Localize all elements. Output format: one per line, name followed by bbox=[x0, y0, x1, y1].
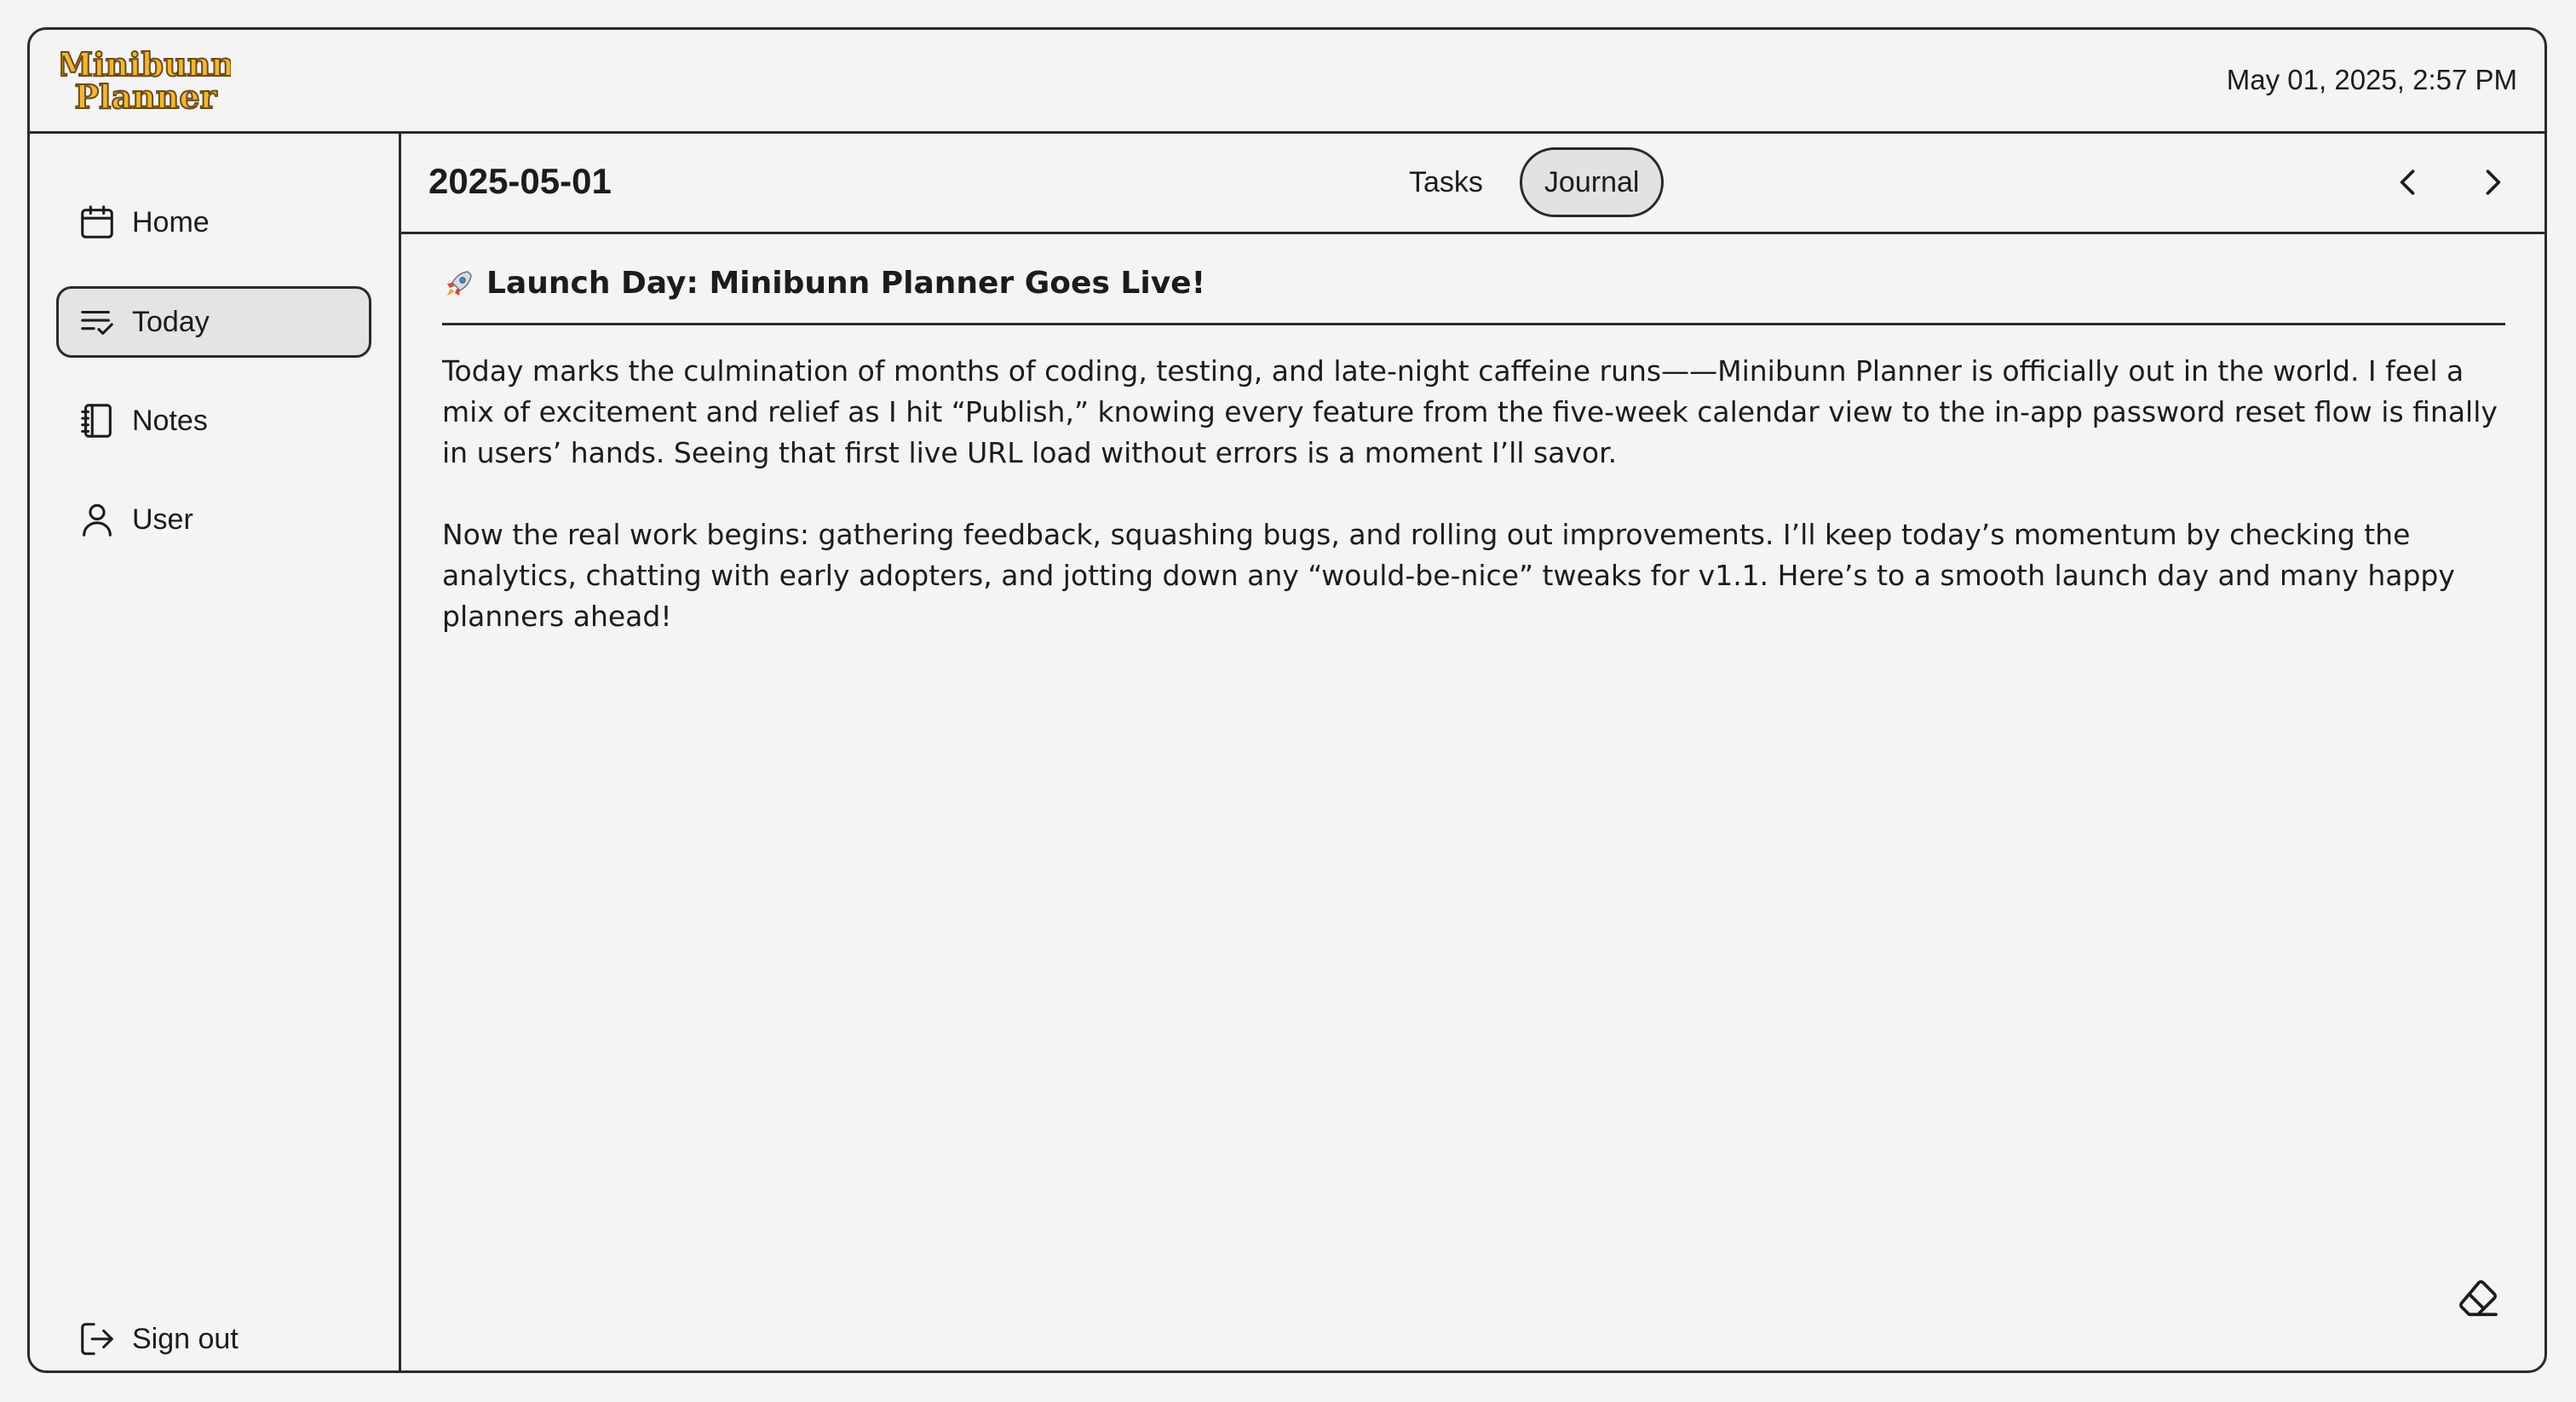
sidebar-item-label: User bbox=[132, 503, 193, 536]
svg-text:Planner: Planner bbox=[74, 78, 217, 115]
journal-editor[interactable]: Launch Day: Minibunn Planner Goes Live! … bbox=[442, 261, 2505, 637]
sidebar-item-today[interactable]: Today bbox=[56, 286, 371, 358]
tab-journal[interactable]: Journal bbox=[1519, 147, 1665, 217]
main-content: 2025-05-01 Tasks Journal Launch Day: Min… bbox=[401, 134, 2544, 1370]
logo-image: Minibunn Planner bbox=[56, 44, 235, 117]
journal-title-text: Launch Day: Minibunn Planner Goes Live! bbox=[486, 266, 1205, 301]
sidebar-item-user[interactable]: User bbox=[56, 484, 371, 555]
top-bar: Minibunn Planner May 01, 2025, 2:57 PM bbox=[30, 30, 2544, 134]
user-icon bbox=[78, 500, 117, 539]
sign-out-label: Sign out bbox=[132, 1322, 239, 1355]
sidebar: Home Today Notes User Sign out bbox=[30, 134, 401, 1370]
sidebar-item-home[interactable]: Home bbox=[56, 187, 371, 258]
journal-body: Today marks the culmination of months of… bbox=[442, 351, 2505, 637]
app-frame: Minibunn Planner May 01, 2025, 2:57 PM H… bbox=[27, 27, 2547, 1373]
eraser-icon bbox=[2459, 1280, 2498, 1317]
journal-paragraph: Today marks the culmination of months of… bbox=[442, 354, 2498, 469]
sidebar-item-label: Today bbox=[132, 305, 210, 338]
journal-title: Launch Day: Minibunn Planner Goes Live! bbox=[442, 261, 2505, 325]
chevron-right-icon bbox=[2486, 170, 2501, 195]
sidebar-item-label: Home bbox=[132, 205, 210, 238]
app-window: Minibunn Planner May 01, 2025, 2:57 PM H… bbox=[0, 0, 2576, 1402]
checklist-icon bbox=[78, 302, 117, 342]
notebook-icon bbox=[78, 401, 117, 440]
sign-out-icon bbox=[78, 1319, 117, 1359]
tab-tasks[interactable]: Tasks bbox=[1387, 147, 1505, 217]
current-datetime: May 01, 2025, 2:57 PM bbox=[2226, 64, 2517, 95]
view-tabs: Tasks Journal bbox=[1387, 147, 1665, 217]
chevron-left-icon bbox=[2400, 170, 2415, 195]
sidebar-item-label: Notes bbox=[132, 404, 208, 437]
app-logo[interactable]: Minibunn Planner bbox=[56, 44, 235, 117]
rocket-icon bbox=[442, 267, 476, 301]
clear-entry-button[interactable] bbox=[2454, 1275, 2502, 1323]
page-title: 2025-05-01 bbox=[428, 161, 612, 201]
calendar-icon bbox=[78, 203, 117, 242]
previous-day-button[interactable] bbox=[2383, 158, 2433, 207]
journal-paragraph: Now the real work begins: gathering feed… bbox=[442, 518, 2455, 633]
day-header: 2025-05-01 Tasks Journal bbox=[401, 134, 2544, 234]
sidebar-item-notes[interactable]: Notes bbox=[56, 385, 371, 457]
sign-out-button[interactable]: Sign out bbox=[56, 1303, 371, 1370]
next-day-button[interactable] bbox=[2468, 158, 2517, 207]
